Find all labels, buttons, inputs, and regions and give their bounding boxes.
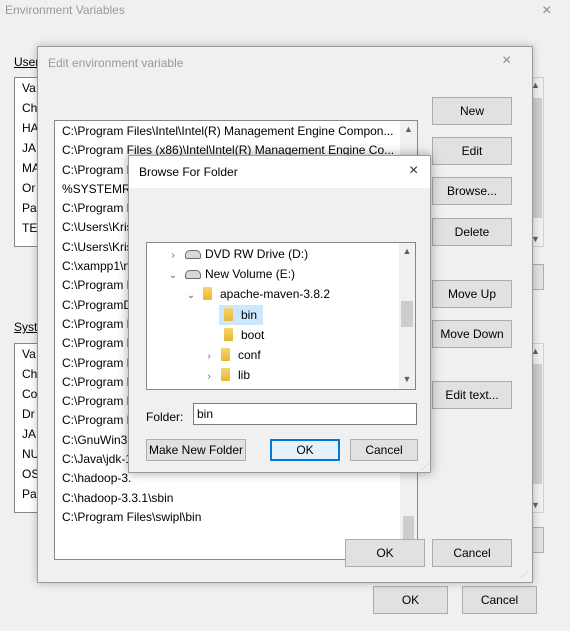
- close-icon[interactable]: ×: [542, 2, 551, 20]
- env-ok-button[interactable]: OK: [373, 586, 448, 614]
- scroll-up-arrow-icon[interactable]: ▲: [400, 124, 417, 134]
- path-entry-row[interactable]: C:\hadoop-3.3.1\sbin: [58, 489, 398, 508]
- chevron-down-icon[interactable]: ⌄: [167, 266, 179, 286]
- tree-item-apache-maven[interactable]: ⌄ apache-maven-3.8.2: [147, 284, 330, 304]
- chevron-down-icon[interactable]: ⌄: [185, 286, 197, 306]
- tree-item-label: lib: [238, 368, 251, 382]
- tree-item-lib[interactable]: › lib: [147, 365, 250, 385]
- browse-for-folder-dialog: Browse For Folder × › DVD RW Drive (D:) ⌄…: [128, 155, 431, 473]
- tree-item-new-volume[interactable]: ⌄ New Volume (E:): [147, 264, 295, 284]
- move-down-button[interactable]: Move Down: [432, 320, 512, 348]
- folder-icon: [224, 308, 233, 321]
- resize-grip-icon[interactable]: ⋰: [421, 462, 429, 471]
- user-variables-label: User: [14, 55, 40, 69]
- scroll-down-arrow-icon[interactable]: ▼: [399, 374, 415, 384]
- tree-item-label: New Volume (E:): [205, 267, 296, 281]
- scroll-thumb[interactable]: [401, 301, 413, 327]
- dialog-title: Browse For Folder: [139, 165, 238, 179]
- edit-cancel-button[interactable]: Cancel: [432, 539, 512, 567]
- tree-item-label: apache-maven-3.8.2: [220, 287, 331, 301]
- dvd-drive-icon: [185, 250, 201, 259]
- move-up-button[interactable]: Move Up: [432, 280, 512, 308]
- dialog-title: Edit environment variable: [48, 56, 184, 70]
- folder-icon: [221, 368, 230, 381]
- browse-button[interactable]: Browse...: [432, 177, 512, 205]
- folder-icon: [221, 348, 230, 361]
- close-icon[interactable]: ×: [409, 162, 418, 180]
- edit-button[interactable]: Edit: [432, 137, 512, 165]
- tree-item-conf[interactable]: › conf: [147, 345, 261, 365]
- tree-item-label: DVD RW Drive (D:): [205, 247, 309, 261]
- new-button[interactable]: New: [432, 97, 512, 125]
- make-new-folder-button[interactable]: Make New Folder: [146, 439, 246, 461]
- window-title: Environment Variables: [5, 3, 125, 17]
- browse-cancel-button[interactable]: Cancel: [350, 439, 418, 461]
- chevron-right-icon[interactable]: ›: [167, 246, 179, 266]
- browse-ok-button[interactable]: OK: [270, 439, 340, 461]
- folder-tree[interactable]: › DVD RW Drive (D:) ⌄ New Volume (E:) ⌄ apa…: [146, 242, 416, 390]
- tree-scrollbar[interactable]: ▲ ▼: [399, 243, 415, 389]
- tree-item-bin[interactable]: bin: [219, 305, 264, 325]
- close-icon[interactable]: ×: [502, 52, 511, 70]
- chevron-right-icon[interactable]: ›: [203, 367, 215, 387]
- tree-item-label: boot: [241, 328, 265, 342]
- tree-item-boot[interactable]: boot: [219, 325, 264, 345]
- resize-grip-icon[interactable]: ⋰: [520, 570, 528, 579]
- edit-ok-button[interactable]: OK: [345, 539, 425, 567]
- folder-icon: [203, 287, 212, 300]
- scroll-thumb[interactable]: [403, 516, 414, 541]
- scroll-up-arrow-icon[interactable]: ▲: [399, 246, 415, 256]
- path-entry-row[interactable]: C:\Program Files\swipl\bin: [58, 508, 398, 527]
- folder-label: Folder:: [146, 410, 184, 424]
- edit-text-button[interactable]: Edit text...: [432, 381, 512, 409]
- tree-item-dvd-drive[interactable]: › DVD RW Drive (D:): [147, 244, 308, 264]
- env-cancel-button[interactable]: Cancel: [462, 586, 537, 614]
- path-entry-row[interactable]: C:\Program Files\Intel\Intel(R) Manageme…: [58, 122, 398, 141]
- drive-icon: [185, 270, 201, 279]
- delete-button[interactable]: Delete: [432, 218, 512, 246]
- tree-item-label: conf: [238, 348, 261, 362]
- tree-item-label: bin: [241, 308, 258, 322]
- chevron-right-icon[interactable]: ›: [203, 347, 215, 367]
- folder-icon: [224, 328, 233, 341]
- folder-name-input[interactable]: [193, 403, 417, 425]
